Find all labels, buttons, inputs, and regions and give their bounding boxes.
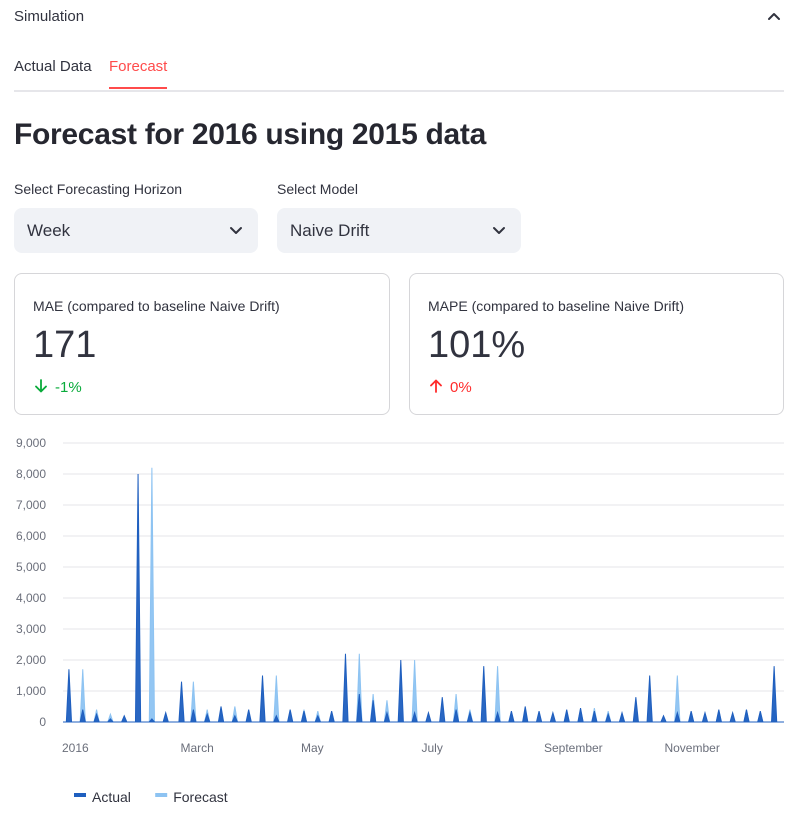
arrow-down-icon <box>35 379 47 393</box>
mape-metric-card: MAPE (compared to baseline Naive Drift) … <box>409 273 784 415</box>
x-tick-label: July <box>422 741 443 755</box>
forecast-chart[interactable]: 0 1,000 2,000 3,000 4,000 5,000 6,000 7,000 8,00… <box>0 425 800 823</box>
y-tick-label: 4,000 <box>16 591 46 605</box>
tab-actual-data[interactable]: Actual Data <box>14 58 92 75</box>
y-tick-label: 6,000 <box>16 529 46 543</box>
model-select-label: Select Model <box>277 181 358 197</box>
page-title: Forecast for 2016 using 2015 data <box>14 118 486 151</box>
mae-metric-card: MAE (compared to baseline Naive Drift) 1… <box>14 273 390 415</box>
y-tick-label: 7,000 <box>16 498 46 512</box>
tab-bar: Actual Data Forecast <box>14 52 784 92</box>
horizon-select-label: Select Forecasting Horizon <box>14 181 183 197</box>
model-select[interactable]: Naive Drift <box>277 208 521 253</box>
simulation-expander-header[interactable]: Simulation <box>0 0 800 34</box>
expander-title: Simulation <box>14 8 85 25</box>
y-tick-label: 1,000 <box>16 684 46 698</box>
tab-forecast[interactable]: Forecast <box>109 58 167 75</box>
forecast-series <box>63 467 784 723</box>
x-tick-label: 2016 <box>62 741 89 755</box>
mape-metric-value: 101% <box>428 324 526 366</box>
y-tick-label: 3,000 <box>16 622 46 636</box>
x-tick-label: March <box>181 741 214 755</box>
y-tick-label: 0 <box>39 715 46 729</box>
chevron-down-icon <box>230 227 242 234</box>
chevron-up-icon[interactable] <box>764 6 784 26</box>
mae-delta-text: -1% <box>55 379 82 396</box>
mae-metric-label: MAE (compared to baseline Naive Drift) <box>33 298 280 314</box>
mape-metric-delta: 0% <box>428 378 472 396</box>
x-tick-label: May <box>301 741 324 755</box>
mape-metric-label: MAPE (compared to baseline Naive Drift) <box>428 298 684 314</box>
forecast-area <box>63 467 784 723</box>
y-tick-label: 9,000 <box>16 436 46 450</box>
mae-metric-delta: -1% <box>33 378 82 396</box>
y-tick-label: 8,000 <box>16 467 46 481</box>
forecast-legend-swatch <box>155 793 168 797</box>
x-tick-label: November <box>664 741 719 755</box>
forecast-legend-label: Forecast <box>173 789 228 805</box>
mape-delta-text: 0% <box>450 379 472 396</box>
arrow-up-icon <box>430 379 442 393</box>
y-tick-label: 5,000 <box>16 560 46 574</box>
y-tick-label: 2,000 <box>16 653 46 667</box>
horizon-select[interactable]: Week <box>14 208 258 253</box>
actual-legend-label: Actual <box>92 789 131 805</box>
mae-metric-value: 171 <box>33 324 97 366</box>
chevron-down-icon <box>493 227 505 234</box>
active-tab-indicator <box>109 87 167 89</box>
actual-legend-swatch <box>74 793 86 797</box>
model-select-value: Naive Drift <box>290 221 370 240</box>
horizon-select-value: Week <box>27 221 71 240</box>
x-tick-label: September <box>544 741 603 755</box>
